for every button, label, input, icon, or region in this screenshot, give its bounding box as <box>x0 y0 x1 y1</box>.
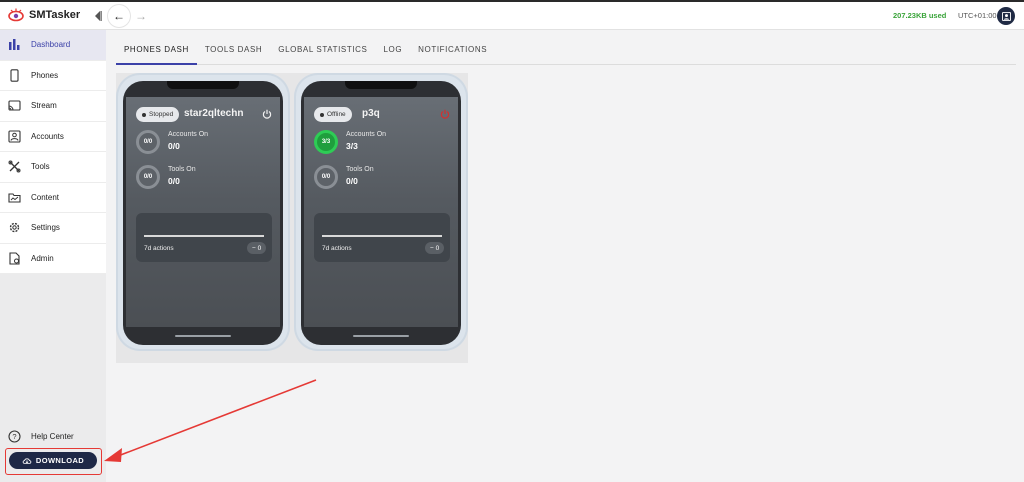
forward-button[interactable]: → <box>134 5 148 27</box>
actions-sparkline <box>144 235 264 237</box>
app-logo[interactable]: SMTasker <box>8 7 80 23</box>
tools-value: 0/0 <box>168 176 180 186</box>
eye-logo-icon <box>8 8 24 22</box>
help-circle-icon: ? <box>8 430 21 443</box>
sidebar-item-dashboard[interactable]: Dashboard <box>0 30 106 61</box>
tools-ring: 0/0 <box>136 165 160 189</box>
gear-icon <box>9 223 20 233</box>
tab-global-statistics[interactable]: GLOBAL STATISTICS <box>270 38 375 65</box>
phone-card[interactable]: Stopped star2qltechn 0/0 Accounts On 0/0… <box>116 73 290 351</box>
status-dot-icon <box>142 112 146 117</box>
user-badge-icon <box>1001 11 1011 21</box>
phone-notch <box>167 81 239 89</box>
phone-notch <box>345 81 417 89</box>
sidebar-item-tools[interactable]: Tools <box>0 152 106 183</box>
power-off-red-icon[interactable] <box>440 109 450 119</box>
actions-label: 7d actions <box>144 245 174 252</box>
account-box-icon <box>8 130 21 143</box>
cast-icon <box>8 100 21 111</box>
sidebar-item-label: Accounts <box>31 131 64 141</box>
status-dot-icon <box>320 112 324 117</box>
status-badge: Stopped <box>136 107 180 122</box>
sidebar-item-content[interactable]: Content <box>0 183 106 213</box>
storage-used: 207.23KB used <box>893 11 947 20</box>
bar-chart-icon <box>9 39 20 51</box>
sidebar-nav: Dashboard Phones Stream Accounts Tools C… <box>0 30 106 274</box>
dashboard-tabs: PHONES DASH TOOLS DASH GLOBAL STATISTICS… <box>116 38 1016 65</box>
sidebar-item-stream[interactable]: Stream <box>0 91 106 122</box>
phone-frame: Stopped star2qltechn 0/0 Accounts On 0/0… <box>123 81 283 345</box>
accounts-ring: 3/3 <box>314 130 338 154</box>
accounts-metric: 0/0 Accounts On 0/0 <box>136 130 276 158</box>
tab-phones-dash[interactable]: PHONES DASH <box>116 38 197 65</box>
phone-screen: Offline p3q 3/3 Accounts On 3/3 0/0 Tool… <box>304 97 458 327</box>
phone-name: p3q <box>362 108 380 119</box>
sidebar-item-admin[interactable]: Admin <box>0 244 106 274</box>
status-label: Offline <box>327 111 346 118</box>
collapse-sidebar-icon[interactable] <box>94 10 102 22</box>
phone-name: star2qltechn <box>184 108 244 119</box>
download-highlight-box: DOWNLOAD <box>5 448 102 475</box>
top-bar: SMTasker ← → 207.23KB used UTC+01:00 <box>0 0 1024 30</box>
sidebar: Dashboard Phones Stream Accounts Tools C… <box>0 30 106 482</box>
tab-log[interactable]: LOG <box>375 38 410 65</box>
actions-count-badge: − 0 <box>425 242 445 254</box>
tab-notifications[interactable]: NOTIFICATIONS <box>410 38 495 65</box>
tools-ring: 0/0 <box>314 165 338 189</box>
status-label: Stopped <box>149 111 174 118</box>
phones-grid: Stopped star2qltechn 0/0 Accounts On 0/0… <box>116 73 468 363</box>
arrow-right-icon: → <box>135 9 147 23</box>
phone-screen: Stopped star2qltechn 0/0 Accounts On 0/0… <box>126 97 280 327</box>
tools-label: Tools On <box>346 166 374 173</box>
phone-card[interactable]: Offline p3q 3/3 Accounts On 3/3 0/0 Tool… <box>294 73 468 351</box>
sidebar-item-label: Admin <box>31 253 54 263</box>
home-indicator <box>353 335 409 337</box>
home-indicator <box>175 335 231 337</box>
phone-icon <box>10 69 19 82</box>
actions-panel: 7d actions − 0 <box>314 213 450 262</box>
sidebar-item-label: Dashboard <box>31 40 71 50</box>
arrow-left-icon: ← <box>113 9 125 23</box>
accounts-label: Accounts On <box>168 131 209 138</box>
help-center-link[interactable]: ? Help Center <box>8 430 74 443</box>
admin-icon <box>9 252 20 265</box>
folder-icon <box>8 193 21 203</box>
accounts-value: 3/3 <box>346 141 358 151</box>
tools-icon <box>8 160 21 173</box>
user-menu-button[interactable] <box>997 7 1015 25</box>
cloud-download-icon <box>22 457 32 464</box>
accounts-label: Accounts On <box>346 131 387 138</box>
tab-tools-dash[interactable]: TOOLS DASH <box>197 38 270 65</box>
timezone-label: UTC+01:00 <box>958 11 997 20</box>
tools-label: Tools On <box>168 166 196 173</box>
tools-value: 0/0 <box>346 176 358 186</box>
sidebar-item-label: Stream <box>31 101 57 111</box>
sidebar-item-accounts[interactable]: Accounts <box>0 122 106 152</box>
back-button[interactable]: ← <box>108 5 130 27</box>
sidebar-item-settings[interactable]: Settings <box>0 213 106 244</box>
status-badge: Offline <box>314 107 352 122</box>
power-icon[interactable] <box>262 109 272 119</box>
tools-metric: 0/0 Tools On 0/0 <box>136 165 276 193</box>
accounts-value: 0/0 <box>168 141 180 151</box>
download-button[interactable]: DOWNLOAD <box>9 452 97 469</box>
help-center-label: Help Center <box>31 432 74 441</box>
sidebar-item-label: Content <box>31 192 60 202</box>
accounts-metric: 3/3 Accounts On 3/3 <box>314 130 454 158</box>
app-title: SMTasker <box>29 9 81 21</box>
accounts-ring: 0/0 <box>136 130 160 154</box>
sidebar-item-label: Phones <box>31 70 59 80</box>
actions-sparkline <box>322 235 442 237</box>
sidebar-item-phones[interactable]: Phones <box>0 61 106 91</box>
actions-panel: 7d actions − 0 <box>136 213 272 262</box>
tools-metric: 0/0 Tools On 0/0 <box>314 165 454 193</box>
actions-count-badge: − 0 <box>247 242 267 254</box>
svg-text:?: ? <box>12 432 16 441</box>
sidebar-item-label: Tools <box>31 162 50 172</box>
actions-label: 7d actions <box>322 245 352 252</box>
download-label: DOWNLOAD <box>35 456 85 465</box>
sidebar-item-label: Settings <box>31 223 60 233</box>
phone-frame: Offline p3q 3/3 Accounts On 3/3 0/0 Tool… <box>301 81 461 345</box>
